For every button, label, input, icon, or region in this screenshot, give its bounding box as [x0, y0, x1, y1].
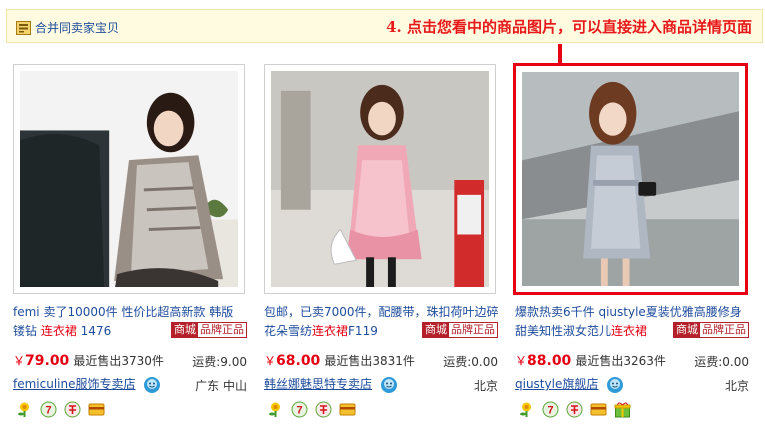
- seller-location: 北京: [473, 379, 498, 393]
- tip-bar: 合并同卖家宝贝 4. 点击您看中的商品图片，可以直接进入商品详情页面: [6, 9, 763, 43]
- shop-row: qiustyle旗舰店 北京: [515, 375, 751, 395]
- product-photo: [271, 71, 489, 287]
- badge-authentic-label: 品牌正品: [700, 323, 748, 337]
- flower-icon[interactable]: [518, 401, 535, 418]
- product-card-2: 包邮，已卖7000件，配腰带，珠扣荷叶边碎花朵雪纺连衣裙F119 商城 品牌正品…: [264, 64, 500, 424]
- title-text-end: F119: [348, 324, 378, 338]
- credit-card-icon[interactable]: [590, 401, 607, 418]
- title-keyword: 连衣裙: [312, 324, 349, 338]
- price-row: ￥88.00 最近售出3263件 运费:0.00: [515, 352, 751, 370]
- recent-sales: 最近售出3263件: [575, 354, 666, 368]
- credit-card-icon[interactable]: [339, 401, 356, 418]
- currency-symbol: ￥: [264, 354, 277, 368]
- wangwang-chat-icon[interactable]: [380, 376, 398, 394]
- currency-symbol: ￥: [515, 354, 528, 368]
- merge-seller-label: 合并同卖家宝贝: [35, 21, 120, 35]
- svg-text:7: 7: [45, 405, 51, 417]
- price-row: ￥79.00 最近售出3730件 运费:9.00: [13, 352, 249, 370]
- price-value: 88.00: [527, 353, 572, 369]
- recent-sales: 最近售出3831件: [324, 354, 415, 368]
- guarantee-icon[interactable]: [64, 401, 81, 418]
- shop-row: 韩丝娜魅思特专卖店 北京: [264, 375, 500, 395]
- shipping-fee: 运费:0.00: [694, 355, 749, 369]
- credit-card-icon[interactable]: [88, 401, 105, 418]
- recent-sales: 最近售出3730件: [73, 354, 164, 368]
- seller-location: 北京: [724, 379, 749, 393]
- price-value: 79.00: [25, 353, 70, 369]
- flower-icon[interactable]: [16, 401, 33, 418]
- product-image-1[interactable]: [13, 64, 245, 294]
- service-icons: 7: [16, 401, 105, 418]
- product-card-3: 爆款热卖6千件 qiustyle夏装优雅高腰修身甜美知性淑女范儿连衣裙 商城 品…: [513, 63, 751, 424]
- title-keyword: 连衣裙: [611, 324, 648, 338]
- service-icons: 7: [518, 401, 631, 418]
- seven-day-return-icon[interactable]: 7: [542, 401, 559, 418]
- badge-mall-label: 商城: [674, 323, 700, 337]
- badge-mall-label: 商城: [423, 323, 449, 337]
- service-icons: 7: [267, 401, 356, 418]
- brand-authentic-badge[interactable]: 商城 品牌正品: [673, 322, 749, 338]
- seven-day-return-icon[interactable]: 7: [40, 401, 57, 418]
- product-image-3[interactable]: [513, 63, 748, 295]
- title-keyword: 连衣裙: [40, 324, 77, 338]
- flower-icon[interactable]: [267, 401, 284, 418]
- product-image-2[interactable]: [264, 64, 496, 294]
- product-photo: [20, 71, 238, 287]
- shipping-fee: 运费:0.00: [443, 355, 498, 369]
- seller-location: 广东 中山: [195, 379, 247, 393]
- instruction-text: 4. 点击您看中的商品图片，可以直接进入商品详情页面: [386, 18, 752, 36]
- seven-day-return-icon[interactable]: 7: [291, 401, 308, 418]
- merge-seller-link[interactable]: 合并同卖家宝贝: [16, 19, 119, 36]
- title-text-end: 1476: [76, 324, 112, 338]
- badge-authentic-label: 品牌正品: [198, 323, 246, 337]
- shop-row: femiculine服饰专卖店 广东 中山: [13, 375, 249, 395]
- product-photo: [522, 72, 739, 286]
- badge-authentic-label: 品牌正品: [449, 323, 497, 337]
- badge-mall-label: 商城: [172, 323, 198, 337]
- merge-icon: [16, 20, 31, 35]
- shipping-fee: 运费:9.00: [192, 355, 247, 369]
- wangwang-chat-icon[interactable]: [143, 376, 161, 394]
- product-card-1: femi 卖了10000件 性价比超高新款 韩版 镂钻 连衣裙 1476 商城 …: [13, 64, 249, 424]
- price-row: ￥68.00 最近售出3831件 运费:0.00: [264, 352, 500, 370]
- svg-text:7: 7: [547, 405, 553, 417]
- guarantee-icon[interactable]: [315, 401, 332, 418]
- currency-symbol: ￥: [13, 354, 26, 368]
- wangwang-chat-icon[interactable]: [606, 376, 624, 394]
- gift-icon[interactable]: [614, 401, 631, 418]
- shop-link[interactable]: qiustyle旗舰店: [515, 377, 598, 391]
- shop-link[interactable]: femiculine服饰专卖店: [13, 377, 136, 391]
- svg-text:7: 7: [296, 405, 302, 417]
- brand-authentic-badge[interactable]: 商城 品牌正品: [171, 322, 247, 338]
- brand-authentic-badge[interactable]: 商城 品牌正品: [422, 322, 498, 338]
- guarantee-icon[interactable]: [566, 401, 583, 418]
- price-value: 68.00: [276, 353, 321, 369]
- shop-link[interactable]: 韩丝娜魅思特专卖店: [264, 377, 372, 391]
